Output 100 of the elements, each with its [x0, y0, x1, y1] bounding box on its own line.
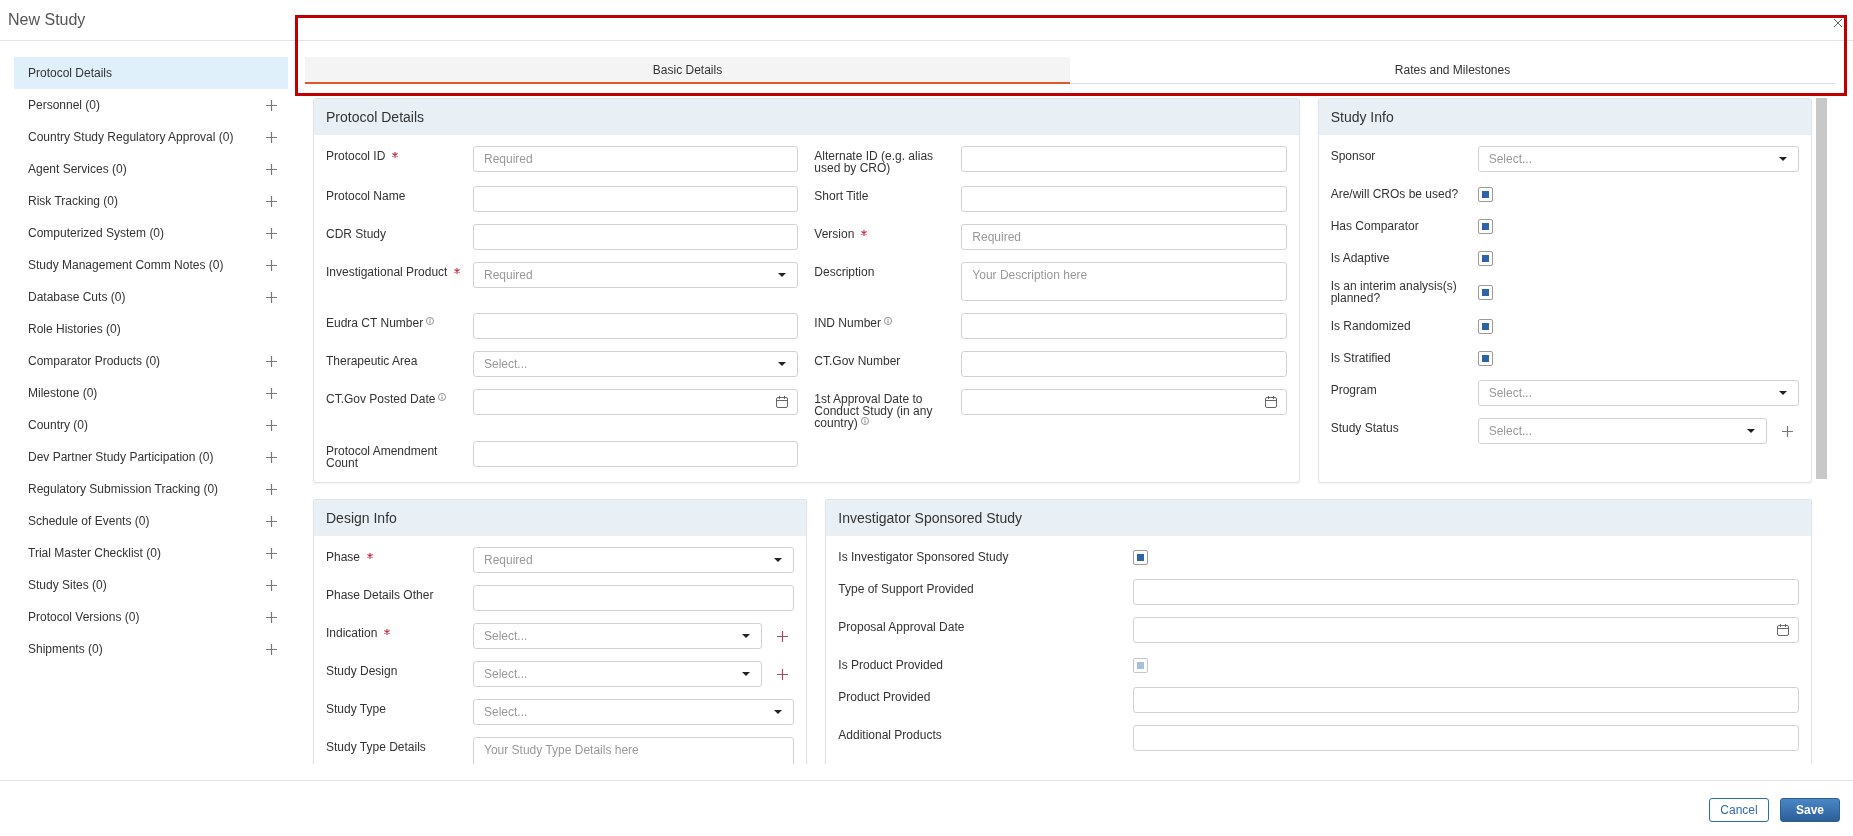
text-input[interactable]	[1133, 687, 1799, 713]
field-label: Phase	[326, 550, 361, 564]
sidebar-item[interactable]: Trial Master Checklist (0)	[14, 537, 288, 569]
plus-icon[interactable]	[266, 579, 277, 591]
field-label: Eudra CT Number	[326, 316, 424, 330]
text-input[interactable]	[473, 186, 799, 212]
plus-icon[interactable]	[777, 630, 789, 642]
plus-icon[interactable]	[266, 643, 277, 655]
sidebar-item[interactable]: Comparator Products (0)	[14, 345, 288, 377]
plus-icon[interactable]	[266, 611, 277, 623]
field-label: Protocol ID	[326, 149, 386, 163]
field-label: Additional Products	[838, 728, 942, 742]
plus-icon[interactable]	[266, 547, 277, 559]
field-label: 1st Approval Date to Conduct Study (in any country)	[814, 392, 933, 430]
text-input[interactable]	[961, 186, 1287, 212]
checkbox[interactable]	[1477, 186, 1493, 202]
sidebar-item[interactable]: Protocol Details	[14, 57, 288, 89]
plus-icon[interactable]	[266, 291, 277, 303]
cancel-button[interactable]: Cancel	[1709, 798, 1769, 822]
plus-icon[interactable]	[777, 668, 789, 680]
field-label: Is an interim analysis(s) planned?	[1330, 279, 1457, 305]
checkbox[interactable]	[1477, 218, 1493, 234]
text-input[interactable]: Required	[961, 224, 1287, 250]
plus-icon[interactable]	[266, 131, 277, 143]
plus-icon[interactable]	[266, 483, 277, 495]
sidebar-item[interactable]: Risk Tracking (0)	[14, 185, 288, 217]
plus-icon[interactable]	[266, 387, 277, 399]
plus-icon[interactable]	[266, 227, 277, 239]
checkbox[interactable]	[1477, 284, 1493, 300]
text-input[interactable]	[961, 351, 1287, 377]
text-input[interactable]	[1133, 725, 1799, 751]
date-field[interactable]	[961, 389, 1287, 415]
sidebar-item[interactable]: Study Sites (0)	[14, 569, 288, 601]
close-icon[interactable]	[1834, 19, 1842, 27]
text-input[interactable]: Required	[473, 146, 799, 172]
text-input[interactable]	[961, 313, 1287, 339]
field-label: Description	[814, 265, 875, 279]
panel-header: Study Info	[1318, 99, 1811, 135]
scrollbar-thumb[interactable]	[1816, 98, 1827, 479]
sidebar-item[interactable]: Regulatory Submission Tracking (0)	[14, 473, 288, 505]
sidebar-item[interactable]: Personnel (0)	[14, 89, 288, 121]
textarea-field[interactable]: Your Study Type Details here	[473, 737, 795, 764]
sidebar-item[interactable]: Agent Services (0)	[14, 153, 288, 185]
plus-icon[interactable]	[266, 259, 277, 271]
caret-icon	[774, 710, 783, 714]
text-input[interactable]	[473, 224, 799, 250]
sidebar-item[interactable]: Country (0)	[14, 409, 288, 441]
calendar-icon[interactable]	[1264, 396, 1277, 408]
plus-icon[interactable]	[266, 355, 277, 367]
sidebar-item[interactable]: Role Histories (0)	[14, 313, 288, 345]
plus-icon[interactable]	[1782, 425, 1793, 437]
tab[interactable]: Rates and Milestones	[1070, 57, 1835, 84]
field-label: CT.Gov Number	[814, 354, 901, 368]
field-label: Program	[1330, 383, 1377, 397]
field-label: Proposal Approval Date	[838, 620, 965, 634]
plus-icon[interactable]	[266, 163, 277, 175]
field-label: Product Provided	[838, 690, 931, 704]
checkbox[interactable]	[1477, 350, 1493, 366]
date-field[interactable]	[473, 389, 799, 415]
tab[interactable]: Basic Details	[305, 57, 1070, 84]
field-label: Phase Details Other	[326, 588, 434, 602]
field-label: Study Type	[326, 702, 386, 716]
sidebar-item[interactable]: Country Study Regulatory Approval (0)	[14, 121, 288, 153]
sidebar-item[interactable]: Database Cuts (0)	[14, 281, 288, 313]
checkbox[interactable]	[1477, 318, 1493, 334]
text-input[interactable]	[473, 313, 799, 339]
dialog-title: New Study	[8, 11, 86, 29]
text-input[interactable]	[961, 146, 1287, 172]
checkbox[interactable]	[1133, 549, 1149, 565]
field-label: Investigational Product	[326, 265, 448, 279]
calendar-icon[interactable]	[776, 396, 789, 408]
field-label: Alternate ID (e.g. alias used by CRO)	[814, 149, 934, 175]
panel-header: Investigator Sponsored Study	[826, 500, 1811, 536]
plus-icon[interactable]	[266, 419, 277, 431]
plus-icon[interactable]	[266, 451, 277, 463]
text-input[interactable]	[473, 441, 799, 467]
field-label: Study Status	[1330, 421, 1399, 435]
field-label: CT.Gov Posted Date	[326, 392, 436, 406]
textarea-field[interactable]: Your Description here	[961, 262, 1287, 301]
plus-icon[interactable]	[266, 515, 277, 527]
checkbox[interactable]	[1477, 250, 1493, 266]
field-label: Is Randomized	[1330, 319, 1411, 333]
sidebar-item[interactable]: Study Management Comm Notes (0)	[14, 249, 288, 281]
sidebar-item[interactable]: Dev Partner Study Participation (0)	[14, 441, 288, 473]
sidebar-item[interactable]: Schedule of Events (0)	[14, 505, 288, 537]
calendar-icon[interactable]	[1777, 624, 1789, 636]
text-input[interactable]	[1133, 579, 1799, 605]
plus-icon[interactable]	[266, 195, 277, 207]
sidebar-item[interactable]: Milestone (0)	[14, 377, 288, 409]
sidebar-item[interactable]: Protocol Versions (0)	[14, 601, 288, 633]
field-label: Are/will CROs be used?	[1330, 187, 1459, 201]
save-button[interactable]: Save	[1780, 798, 1840, 822]
text-input[interactable]	[473, 585, 795, 611]
plus-icon[interactable]	[266, 99, 277, 111]
sidebar-item[interactable]: Computerized System (0)	[14, 217, 288, 249]
date-field[interactable]	[1133, 617, 1799, 643]
caret-icon	[1779, 391, 1787, 395]
sidebar-item[interactable]: Shipments (0)	[14, 633, 288, 665]
field-label: Indication	[326, 626, 378, 640]
panel-header: Protocol Details	[314, 99, 1299, 135]
